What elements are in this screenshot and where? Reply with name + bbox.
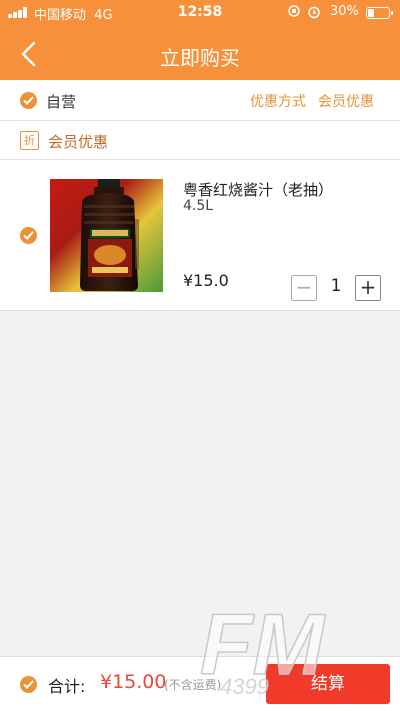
decrease-quantity-button[interactable]: − xyxy=(291,275,317,301)
product-price: ¥15.0 xyxy=(183,271,229,290)
battery-percent: 30% xyxy=(330,4,359,19)
page-title: 立即购买 xyxy=(160,46,240,70)
store-name: 自营 xyxy=(46,93,77,111)
store-select-checkbox[interactable] xyxy=(20,92,37,109)
product-item: 粤香红烧酱汁（老抽） 4.5L ¥15.0 − 1 + xyxy=(0,160,400,311)
check-icon xyxy=(23,96,34,105)
select-all-checkbox[interactable] xyxy=(20,676,37,693)
quantity-value[interactable]: 1 xyxy=(317,276,355,296)
quantity-stepper: − 1 + xyxy=(291,275,381,301)
product-name[interactable]: 粤香红烧酱汁（老抽） xyxy=(183,179,333,200)
check-icon xyxy=(23,680,34,689)
product-select-checkbox[interactable] xyxy=(20,227,37,244)
checkout-bar: 合计: ¥15.00 (不含运费) 结算 xyxy=(0,656,400,711)
status-bar: 中国移动 4G 12:58 30% xyxy=(0,0,400,26)
total-label: 合计: xyxy=(48,677,86,696)
total-amount: ¥15.00 xyxy=(100,671,167,693)
increase-quantity-button[interactable]: + xyxy=(355,275,381,301)
product-image[interactable] xyxy=(50,179,163,292)
battery-icon xyxy=(366,7,393,19)
member-discount-row[interactable]: 折 会员优惠 xyxy=(0,121,400,160)
discount-badge-icon: 折 xyxy=(20,131,39,150)
promo-method-link[interactable]: 优惠方式 xyxy=(250,91,306,111)
check-icon xyxy=(23,231,34,240)
app-header: 中国移动 4G 12:58 30% 立即购买 xyxy=(0,0,400,80)
product-spec: 4.5L xyxy=(183,198,214,214)
member-discount-link[interactable]: 会员优惠 xyxy=(318,91,374,111)
alarm-icon xyxy=(307,5,321,23)
shipping-note: (不含运费) xyxy=(164,678,222,692)
member-discount-label: 会员优惠 xyxy=(48,133,109,151)
store-row: 自营 优惠方式 会员优惠 xyxy=(0,80,400,121)
soy-sauce-bottle-image xyxy=(50,179,163,292)
checkout-button[interactable]: 结算 xyxy=(266,664,390,704)
